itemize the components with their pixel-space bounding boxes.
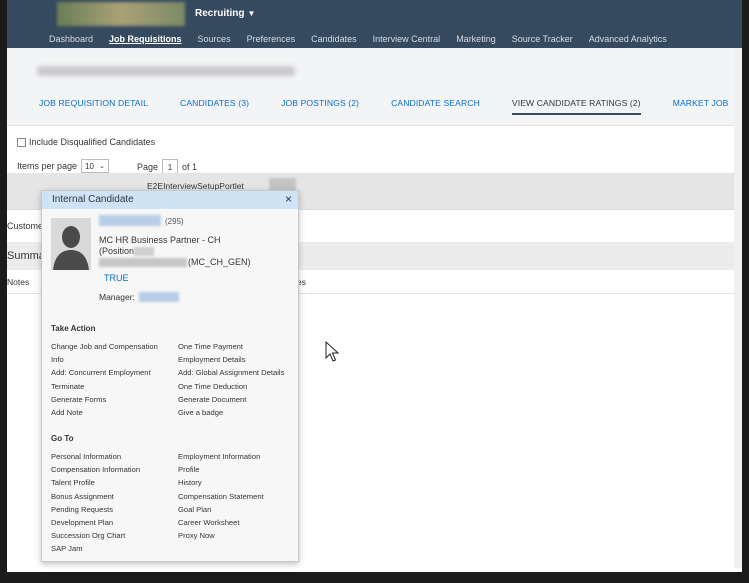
action-generate-forms[interactable]: Generate Forms xyxy=(51,393,158,406)
module-label: Recruiting xyxy=(195,8,245,19)
position-label: (Position xyxy=(99,246,135,256)
main-nav: Dashboard Job Requisitions Sources Prefe… xyxy=(49,34,683,44)
tab-candidate-search[interactable]: CANDIDATE SEARCH xyxy=(391,98,480,108)
action-give-badge[interactable]: Give a badge xyxy=(178,406,284,419)
page-of-label: of 1 xyxy=(182,162,198,172)
app-window: Recruiting ▼ Dashboard Job Requisitions S… xyxy=(7,0,742,572)
action-info[interactable]: Info xyxy=(51,353,158,366)
goto-succession-org-chart[interactable]: Succession Org Chart xyxy=(51,529,140,542)
job-title: MC HR Business Partner - CH (Position xyxy=(99,235,221,257)
action-change-job-compensation[interactable]: Change Job and Compensation xyxy=(51,340,158,353)
take-action-right-list: One Time Payment Employment Details Add:… xyxy=(178,340,284,419)
action-employment-details[interactable]: Employment Details xyxy=(178,353,284,366)
close-icon[interactable]: × xyxy=(285,192,292,206)
items-per-page-value: 10 xyxy=(85,161,94,171)
company-code: (MC_CH_GEN) xyxy=(188,257,251,267)
goto-left-list: Personal Information Compensation Inform… xyxy=(51,450,140,556)
person-silhouette-icon xyxy=(51,218,91,270)
notes-label: Notes xyxy=(7,277,30,287)
company-code-line: (MC_CH_GEN) xyxy=(99,257,251,267)
nav-candidates[interactable]: Candidates xyxy=(311,34,357,44)
nav-sources[interactable]: Sources xyxy=(198,34,231,44)
goto-compensation-information[interactable]: Compensation Information xyxy=(51,463,140,476)
nav-advanced-analytics[interactable]: Advanced Analytics xyxy=(589,34,667,44)
popup-header: Internal Candidate × xyxy=(42,191,298,209)
nav-preferences[interactable]: Preferences xyxy=(247,34,296,44)
goto-employment-information[interactable]: Employment Information xyxy=(178,450,264,463)
nav-job-requisitions[interactable]: Job Requisitions xyxy=(109,34,182,44)
page-label: Page xyxy=(137,162,159,172)
goto-personal-information[interactable]: Personal Information xyxy=(51,450,140,463)
candidate-name-redacted[interactable] xyxy=(99,215,161,226)
take-action-heading: Take Action xyxy=(51,324,96,333)
action-add-global-assignment[interactable]: Add: Global Assignment Details xyxy=(178,366,284,379)
goto-proxy-now[interactable]: Proxy Now xyxy=(178,529,264,542)
goto-profile[interactable]: Profile xyxy=(178,463,264,476)
goto-bonus-assignment[interactable]: Bonus Assignment xyxy=(51,490,140,503)
mouse-cursor-icon xyxy=(325,341,340,362)
internal-candidate-popup: Internal Candidate × (295) MC HR Busines… xyxy=(41,190,299,562)
tab-candidates[interactable]: CANDIDATES (3) xyxy=(180,98,249,108)
nav-marketing[interactable]: Marketing xyxy=(456,34,496,44)
requisition-title-redacted xyxy=(37,66,295,76)
avatar xyxy=(51,218,91,270)
nav-source-tracker[interactable]: Source Tracker xyxy=(512,34,573,44)
checkbox-box[interactable] xyxy=(17,137,26,147)
action-add-concurrent-employment[interactable]: Add: Concurrent Employment xyxy=(51,366,158,379)
goto-sap-jam[interactable]: SAP Jam xyxy=(51,542,140,555)
action-terminate[interactable]: Terminate xyxy=(51,380,158,393)
top-header: Recruiting ▼ Dashboard Job Requisitions S… xyxy=(7,0,742,48)
position-line: (Position xyxy=(99,246,221,257)
manager-name-redacted[interactable] xyxy=(138,292,179,302)
customer-label: Custome xyxy=(7,221,44,231)
action-add-note[interactable]: Add Note xyxy=(51,406,158,419)
tab-view-candidate-ratings[interactable]: VIEW CANDIDATE RATINGS (2) xyxy=(511,98,641,115)
email-redacted xyxy=(99,257,187,267)
chevron-down-icon: ▼ xyxy=(247,9,256,18)
tab-job-requisition-detail[interactable]: JOB REQUISITION DETAIL xyxy=(39,98,148,108)
take-action-left-list: Change Job and Compensation Info Add: Co… xyxy=(51,340,158,419)
requisition-tabs: JOB REQUISITION DETAIL CANDIDATES (3) JO… xyxy=(39,98,742,115)
nav-dashboard[interactable]: Dashboard xyxy=(49,34,93,44)
position-redacted xyxy=(134,247,155,257)
goto-history[interactable]: History xyxy=(178,476,264,489)
goto-development-plan[interactable]: Development Plan xyxy=(51,516,140,529)
tab-job-postings[interactable]: JOB POSTINGS (2) xyxy=(281,98,359,108)
company-logo xyxy=(57,2,185,26)
include-disqualified-label: Include Disqualified Candidates xyxy=(29,137,156,147)
summary-label: Summa xyxy=(7,250,45,262)
goto-career-worksheet[interactable]: Career Worksheet xyxy=(178,516,264,529)
manager-line: Manager: xyxy=(99,292,179,302)
items-per-page-label: Items per page xyxy=(17,161,78,171)
goto-goal-plan[interactable]: Goal Plan xyxy=(178,503,264,516)
nav-interview-central[interactable]: Interview Central xyxy=(373,34,441,44)
items-per-page: Items per page 10 ⌄ xyxy=(17,159,110,173)
job-title-text: MC HR Business Partner - CH xyxy=(99,235,221,245)
true-link[interactable]: TRUE xyxy=(104,273,129,283)
manager-label: Manager: xyxy=(99,292,135,302)
goto-heading: Go To xyxy=(51,434,74,443)
candidate-count: (295) xyxy=(165,217,184,226)
tab-divider xyxy=(7,125,742,126)
goto-compensation-statement[interactable]: Compensation Statement xyxy=(178,490,264,503)
goto-right-list: Employment Information Profile History C… xyxy=(178,450,264,542)
popup-title: Internal Candidate xyxy=(52,194,134,205)
module-switcher[interactable]: Recruiting ▼ xyxy=(195,8,255,19)
action-one-time-deduction[interactable]: One Time Deduction xyxy=(178,380,284,393)
items-per-page-select[interactable]: 10 ⌄ xyxy=(81,159,110,173)
goto-pending-requests[interactable]: Pending Requests xyxy=(51,503,140,516)
chevron-down-icon: ⌄ xyxy=(99,163,106,170)
action-one-time-payment[interactable]: One Time Payment xyxy=(178,340,284,353)
vertical-scrollbar[interactable] xyxy=(734,48,742,568)
goto-talent-profile[interactable]: Talent Profile xyxy=(51,476,140,489)
include-disqualified-checkbox[interactable]: Include Disqualified Candidates xyxy=(17,137,155,147)
action-generate-document[interactable]: Generate Document xyxy=(178,393,284,406)
tab-market-job[interactable]: MARKET JOB xyxy=(673,98,729,108)
